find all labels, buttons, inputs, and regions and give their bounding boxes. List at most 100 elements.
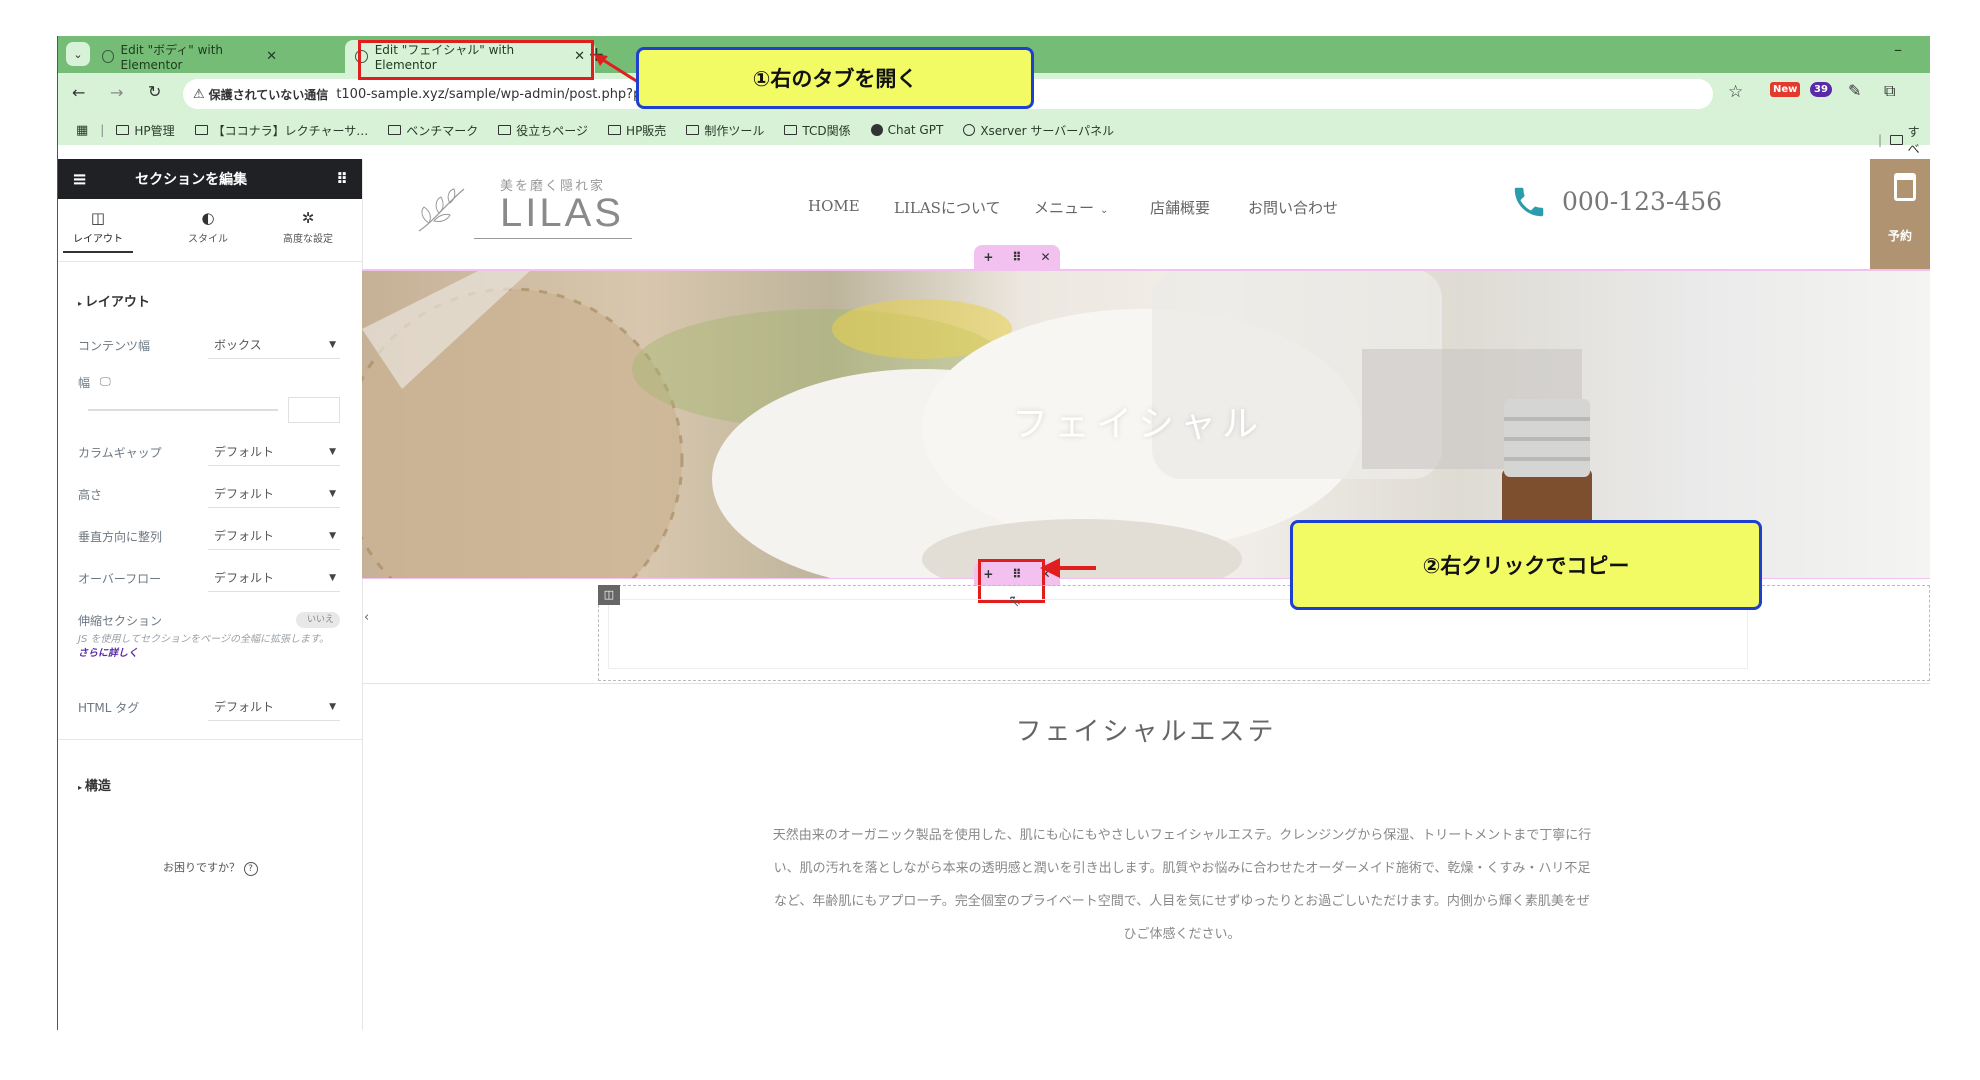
widgets-grid-icon[interactable]: ⠿ (336, 170, 348, 188)
body-line: など、年齢肌にもアプローチ。完全個室のプライベート空間で、人目を気にせずゆったり… (774, 894, 1590, 909)
layout-section-toggle[interactable]: ▸ レイアウト (78, 291, 150, 310)
folder-icon (194, 125, 208, 135)
bookmark-item[interactable]: Xserver サーバーパネル (963, 122, 1114, 139)
warning-icon: ⚠ (193, 86, 205, 102)
width-input[interactable] (288, 397, 340, 423)
bookmark-item[interactable]: HP販売 (608, 122, 666, 139)
stretch-section-control: 伸縮セクション いいえ (78, 607, 340, 633)
minimize-window-button[interactable]: – (1894, 40, 1902, 59)
add-section-icon[interactable]: + (983, 250, 993, 264)
html-tag-select[interactable]: デフォルト ▼ (208, 694, 340, 721)
nav-home[interactable]: HOME (808, 197, 860, 215)
tab-title: Edit "ボディ" with Elementor (120, 42, 224, 72)
learn-more-link[interactable]: さらに詳しく (78, 648, 138, 659)
elementor-panel: ≡ セクションを編集 ⠿ ◫ レイアウト ◐ スタイル ✲ 高度な設定 ▸ レイ… (58, 159, 363, 1030)
column-icon: ◫ (603, 588, 615, 601)
bookmark-item[interactable]: HP管理 (116, 122, 175, 139)
column-gap-select[interactable]: デフォルト ▼ (208, 439, 340, 466)
all-bookmarks-item[interactable]: | すべ (1878, 123, 1930, 157)
question-circle-icon: ? (243, 862, 258, 876)
tab-layout[interactable]: ◫ レイアウト (58, 209, 138, 253)
caret-down-icon: ▼ (329, 446, 336, 457)
back-arrow-icon[interactable]: ← (72, 83, 85, 102)
reload-icon[interactable]: ↻ (148, 82, 161, 101)
calendar-icon (1894, 173, 1916, 201)
arrow-to-tab (594, 54, 639, 84)
folder-icon (784, 125, 798, 135)
body-line: い、肌の汚れを落としながら本来の透明感と潤いを引き出します。肌質やお悩みに合わせ… (773, 861, 1591, 876)
folder-icon (388, 125, 402, 135)
height-select[interactable]: デフォルト ▼ (208, 481, 340, 508)
folder-icon (498, 125, 512, 135)
drag-handle-icon[interactable]: ⠿ (1012, 250, 1021, 264)
extensions-puzzle-icon[interactable]: ⧉ (1884, 81, 1895, 101)
bookmarks-bar: ▦ | HP管理 【ココナラ】レクチャーサ… ベンチマーク 役立ちページ HP販… (58, 115, 1930, 156)
bookmark-star-icon[interactable]: ☆ (1728, 82, 1743, 102)
vertical-align-select[interactable]: デフォルト ▼ (208, 523, 340, 550)
bookmark-item[interactable]: 役立ちページ (498, 122, 588, 139)
bookmark-item[interactable]: 制作ツール (686, 122, 764, 139)
caret-icon: ▸ (78, 299, 85, 308)
apps-grid-icon[interactable]: ▦ (76, 123, 88, 138)
delete-section-icon[interactable]: ✕ (1041, 250, 1051, 264)
bookmark-item[interactable]: TCD関係 (784, 122, 851, 139)
annotation-step2: ②右クリックでコピー (1290, 520, 1762, 610)
tab-list-dropdown-button[interactable]: ⌄ (66, 42, 90, 66)
nav-store-info[interactable]: 店舗概要 (1150, 197, 1210, 218)
close-tab-icon[interactable]: ✕ (266, 49, 277, 64)
stretch-section-toggle[interactable]: いいえ (296, 612, 340, 628)
globe-icon (963, 124, 976, 136)
chevron-down-icon: ⌄ (1100, 205, 1109, 216)
bookmark-item[interactable]: 【ココナラ】レクチャーサ… (194, 122, 368, 139)
content-width-select[interactable]: ボックス ▼ (208, 332, 340, 359)
phone-icon (1514, 187, 1544, 217)
section-handle-top[interactable]: + ⠿ ✕ (974, 245, 1060, 269)
folder-icon (608, 125, 622, 135)
caret-down-icon: ▼ (329, 339, 336, 350)
forward-arrow-icon[interactable]: → (110, 83, 123, 102)
overflow-control: オーバーフロー デフォルト ▼ (78, 565, 340, 592)
structure-section-toggle[interactable]: ▸ 構造 (78, 775, 111, 794)
browser-tab-body[interactable]: Edit "ボディ" with Elementor ✕ (102, 41, 277, 72)
extension-count-icon[interactable]: 39 (1810, 82, 1832, 97)
phone-number[interactable]: 000-123-456 (1562, 187, 1722, 216)
tab-advanced[interactable]: ✲ 高度な設定 (268, 209, 348, 245)
globe-icon (102, 49, 114, 63)
column-handle[interactable]: ◫ (598, 585, 620, 605)
nav-contact[interactable]: お問い合わせ (1248, 197, 1338, 218)
width-control: 幅 🖵 (78, 375, 111, 390)
overflow-select[interactable]: デフォルト ▼ (208, 565, 340, 592)
panel-title: セクションを編集 (135, 172, 248, 188)
section-body: 天然由来のオーガニック製品を使用した、肌にも心にもやさしいフェイシャルエステ。ク… (662, 819, 1702, 951)
body-line: 天然由来のオーガニック製品を使用した、肌にも心にもやさしいフェイシャルエステ。ク… (772, 828, 1592, 843)
caret-icon: ▸ (78, 783, 85, 792)
folder-icon (1890, 135, 1903, 145)
body-line: ひご体感ください。 (1123, 927, 1241, 942)
help-link[interactable]: お困りですか？ ? (163, 859, 258, 876)
nav-about[interactable]: LILASについて (894, 197, 1001, 218)
eyedropper-icon[interactable]: ✎ (1848, 81, 1861, 100)
chatgpt-icon (870, 124, 883, 136)
arrow-to-handle (1040, 558, 1096, 578)
nav-menu[interactable]: メニュー ⌄ (1034, 197, 1108, 218)
tab-style[interactable]: ◐ スタイル (168, 209, 248, 245)
annotation-step1: ①右のタブを開く (636, 47, 1034, 109)
hamburger-menu-icon[interactable]: ≡ (72, 169, 87, 190)
stretch-help-text: JS を使用してセクションをページの全幅に拡張します。 さらに詳しく (78, 634, 329, 659)
panel-header: ≡ セクションを編集 ⠿ (58, 159, 362, 199)
folder-icon (116, 125, 130, 135)
columns-icon: ◫ (90, 209, 106, 227)
width-slider[interactable] (88, 409, 278, 411)
reserve-button[interactable]: 予約 (1870, 159, 1930, 269)
section-heading: フェイシャルエステ (1015, 717, 1277, 747)
bookmark-item[interactable]: ベンチマーク (388, 122, 478, 139)
tab-highlight (358, 40, 594, 80)
vertical-align-control: 垂直方向に整列 デフォルト ▼ (78, 523, 340, 550)
leaf-logo-icon (418, 188, 465, 232)
desktop-icon[interactable]: 🖵 (100, 375, 111, 389)
new-badge-extension-icon[interactable]: New (1770, 82, 1801, 97)
bookmark-item[interactable]: Chat GPT (870, 123, 943, 137)
logo-name[interactable]: LILAS (500, 191, 624, 236)
gear-icon: ✲ (301, 209, 315, 227)
caret-down-icon: ▼ (329, 530, 336, 541)
